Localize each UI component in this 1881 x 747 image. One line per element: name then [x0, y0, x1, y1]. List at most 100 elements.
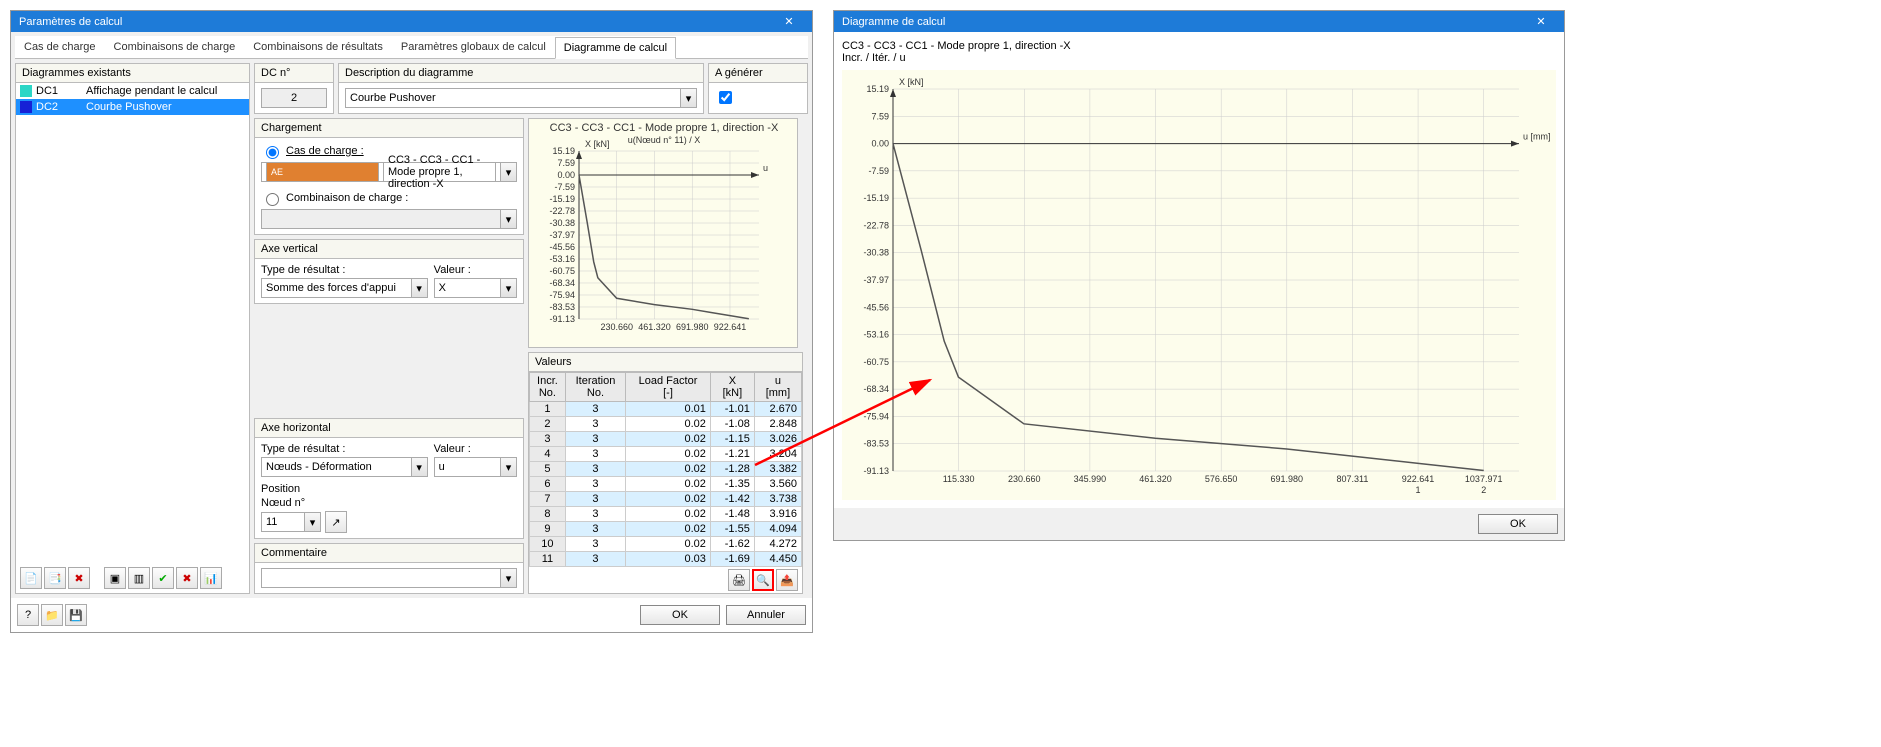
table-row[interactable]: 530.02-1.283.382 [530, 462, 802, 477]
table-row[interactable]: 430.02-1.213.204 [530, 447, 802, 462]
small-chart: 15.197.590.00-7.59-15.19-22.78-30.38-37.… [528, 118, 798, 348]
tool3-icon[interactable]: ✔ [152, 567, 174, 589]
save-icon[interactable]: 💾 [65, 604, 87, 626]
svg-text:-75.94: -75.94 [549, 290, 575, 300]
cancel-button[interactable]: Annuler [726, 605, 806, 625]
svg-text:7.59: 7.59 [557, 158, 575, 168]
ok-button[interactable]: OK [640, 605, 720, 625]
svg-text:u [mm]: u [mm] [1523, 132, 1551, 142]
tab-4[interactable]: Diagramme de calcul [555, 37, 676, 59]
comment-combo[interactable]: ▾ [261, 568, 517, 588]
chart-ok-button[interactable]: OK [1478, 514, 1558, 534]
desc-label: Description du diagramme [339, 64, 703, 83]
tab-2[interactable]: Combinaisons de résultats [244, 36, 392, 58]
copy-icon[interactable]: 📑 [44, 567, 66, 589]
svg-text:-60.75: -60.75 [549, 266, 575, 276]
chart-subtitle: Incr. / Itér. / u [842, 52, 1556, 64]
svg-text:-37.97: -37.97 [549, 230, 575, 240]
existing-title: Diagrammes existants [16, 64, 249, 83]
table-row[interactable]: 630.02-1.353.560 [530, 477, 802, 492]
dc-no-label: DC n° [255, 64, 333, 83]
table-row[interactable]: 830.02-1.483.916 [530, 507, 802, 522]
svg-text:15.19: 15.19 [552, 146, 575, 156]
tab-1[interactable]: Combinaisons de charge [105, 36, 245, 58]
axis-v-val-label: Valeur : [434, 264, 517, 276]
existing-row-DC1[interactable]: DC1Affichage pendant le calcul [16, 83, 249, 99]
table-row[interactable]: 1130.03-1.694.450 [530, 552, 802, 567]
chevron-down-icon[interactable]: ▾ [501, 162, 517, 182]
svg-text:X [kN]: X [kN] [585, 139, 610, 149]
close-icon[interactable]: ✕ [1526, 15, 1556, 28]
tool1-icon[interactable]: ▣ [104, 567, 126, 589]
svg-text:-22.78: -22.78 [549, 206, 575, 216]
svg-text:-83.53: -83.53 [863, 439, 889, 449]
existing-row-DC2[interactable]: DC2Courbe Pushover [16, 99, 249, 115]
axis-v-type-combo[interactable]: Somme des forces d'appui▾ [261, 278, 428, 298]
axis-h-type-combo[interactable]: Nœuds - Déformation▾ [261, 457, 428, 477]
svg-text:-7.59: -7.59 [868, 166, 889, 176]
main-titlebar[interactable]: Paramètres de calcul ✕ [11, 11, 812, 32]
svg-text:1: 1 [1416, 485, 1421, 495]
axis-h-val-combo[interactable]: u▾ [434, 457, 517, 477]
table-row[interactable]: 230.02-1.082.848 [530, 417, 802, 432]
axis-v-val-combo[interactable]: X▾ [434, 278, 517, 298]
svg-text:CC3 - CC3 - CC1 - Mode propre: CC3 - CC3 - CC1 - Mode propre 1, directi… [550, 122, 779, 134]
close-icon[interactable]: ✕ [774, 15, 804, 28]
generate-checkbox[interactable] [719, 91, 732, 104]
table-row[interactable]: 130.01-1.012.670 [530, 402, 802, 417]
chart-dialog-title: Diagramme de calcul [842, 16, 945, 28]
pick-node-icon[interactable]: ↗ [325, 511, 347, 533]
table-row[interactable]: 1030.02-1.624.272 [530, 537, 802, 552]
new-icon[interactable]: 📄 [20, 567, 42, 589]
axis-h-title: Axe horizontal [255, 419, 523, 438]
svg-text:-91.13: -91.13 [863, 466, 889, 476]
svg-text:691.980: 691.980 [676, 322, 709, 332]
tab-3[interactable]: Paramètres globaux de calcul [392, 36, 555, 58]
existing-list[interactable]: DC1Affichage pendant le calculDC2Courbe … [16, 83, 249, 563]
big-chart: 15.197.590.00-7.59-15.19-22.78-30.38-37.… [842, 70, 1556, 500]
node-combo[interactable]: 11▾ [261, 512, 321, 532]
chart-dialog: Diagramme de calcul ✕ CC3 - CC3 - CC1 - … [833, 10, 1565, 541]
chart-title: CC3 - CC3 - CC1 - Mode propre 1, directi… [842, 40, 1556, 52]
delete-icon[interactable]: ✖ [68, 567, 90, 589]
tab-0[interactable]: Cas de charge [15, 36, 105, 58]
export-icon[interactable]: 📤 [776, 569, 798, 591]
svg-text:345.990: 345.990 [1074, 474, 1107, 484]
desc-combo[interactable]: Courbe Pushover ▾ [345, 88, 697, 108]
table-row[interactable]: 730.02-1.423.738 [530, 492, 802, 507]
tool5-icon[interactable]: 📊 [200, 567, 222, 589]
svg-text:-45.56: -45.56 [549, 242, 575, 252]
table-row[interactable]: 930.02-1.554.094 [530, 522, 802, 537]
case-value: CC3 - CC3 - CC1 - Mode propre 1, directi… [383, 162, 496, 182]
svg-text:-30.38: -30.38 [549, 218, 575, 228]
svg-text:461.320: 461.320 [638, 322, 671, 332]
svg-text:922.641: 922.641 [714, 322, 747, 332]
values-table: Incr.No.IterationNo.Load Factor[-]X[kN]u… [529, 372, 802, 567]
svg-text:230.660: 230.660 [1008, 474, 1041, 484]
svg-text:-15.19: -15.19 [549, 194, 575, 204]
help-icon[interactable]: ? [17, 604, 39, 626]
svg-text:0.00: 0.00 [871, 139, 889, 149]
svg-text:-68.34: -68.34 [863, 384, 889, 394]
svg-text:-83.53: -83.53 [549, 302, 575, 312]
svg-text:691.980: 691.980 [1271, 474, 1304, 484]
svg-text:u: u [763, 163, 768, 173]
radio-combo[interactable]: Combinaison de charge : [261, 190, 517, 206]
values-panel: Valeurs Incr.No.IterationNo.Load Factor[… [528, 352, 803, 594]
chevron-down-icon[interactable]: ▾ [681, 88, 697, 108]
table-row[interactable]: 330.02-1.153.026 [530, 432, 802, 447]
tool4-icon[interactable]: ✖ [176, 567, 198, 589]
case-combo[interactable]: AECC3 - CC3 - CC1 - Mode propre 1, direc… [261, 162, 517, 182]
print-icon[interactable]: 🖨 [728, 569, 750, 591]
tool2-icon[interactable]: ▥ [128, 567, 150, 589]
svg-text:2: 2 [1481, 485, 1486, 495]
chart-titlebar[interactable]: Diagramme de calcul ✕ [834, 11, 1564, 32]
svg-text:115.330: 115.330 [943, 474, 975, 484]
tab-strip: Cas de chargeCombinaisons de chargeCombi… [15, 36, 808, 59]
values-scroll[interactable]: Incr.No.IterationNo.Load Factor[-]X[kN]u… [529, 372, 802, 567]
svg-text:-45.56: -45.56 [863, 302, 889, 312]
svg-text:230.660: 230.660 [600, 322, 633, 332]
comment-title: Commentaire [255, 544, 523, 563]
zoom-chart-icon[interactable]: 🔍 [752, 569, 774, 591]
folder-icon[interactable]: 📁 [41, 604, 63, 626]
